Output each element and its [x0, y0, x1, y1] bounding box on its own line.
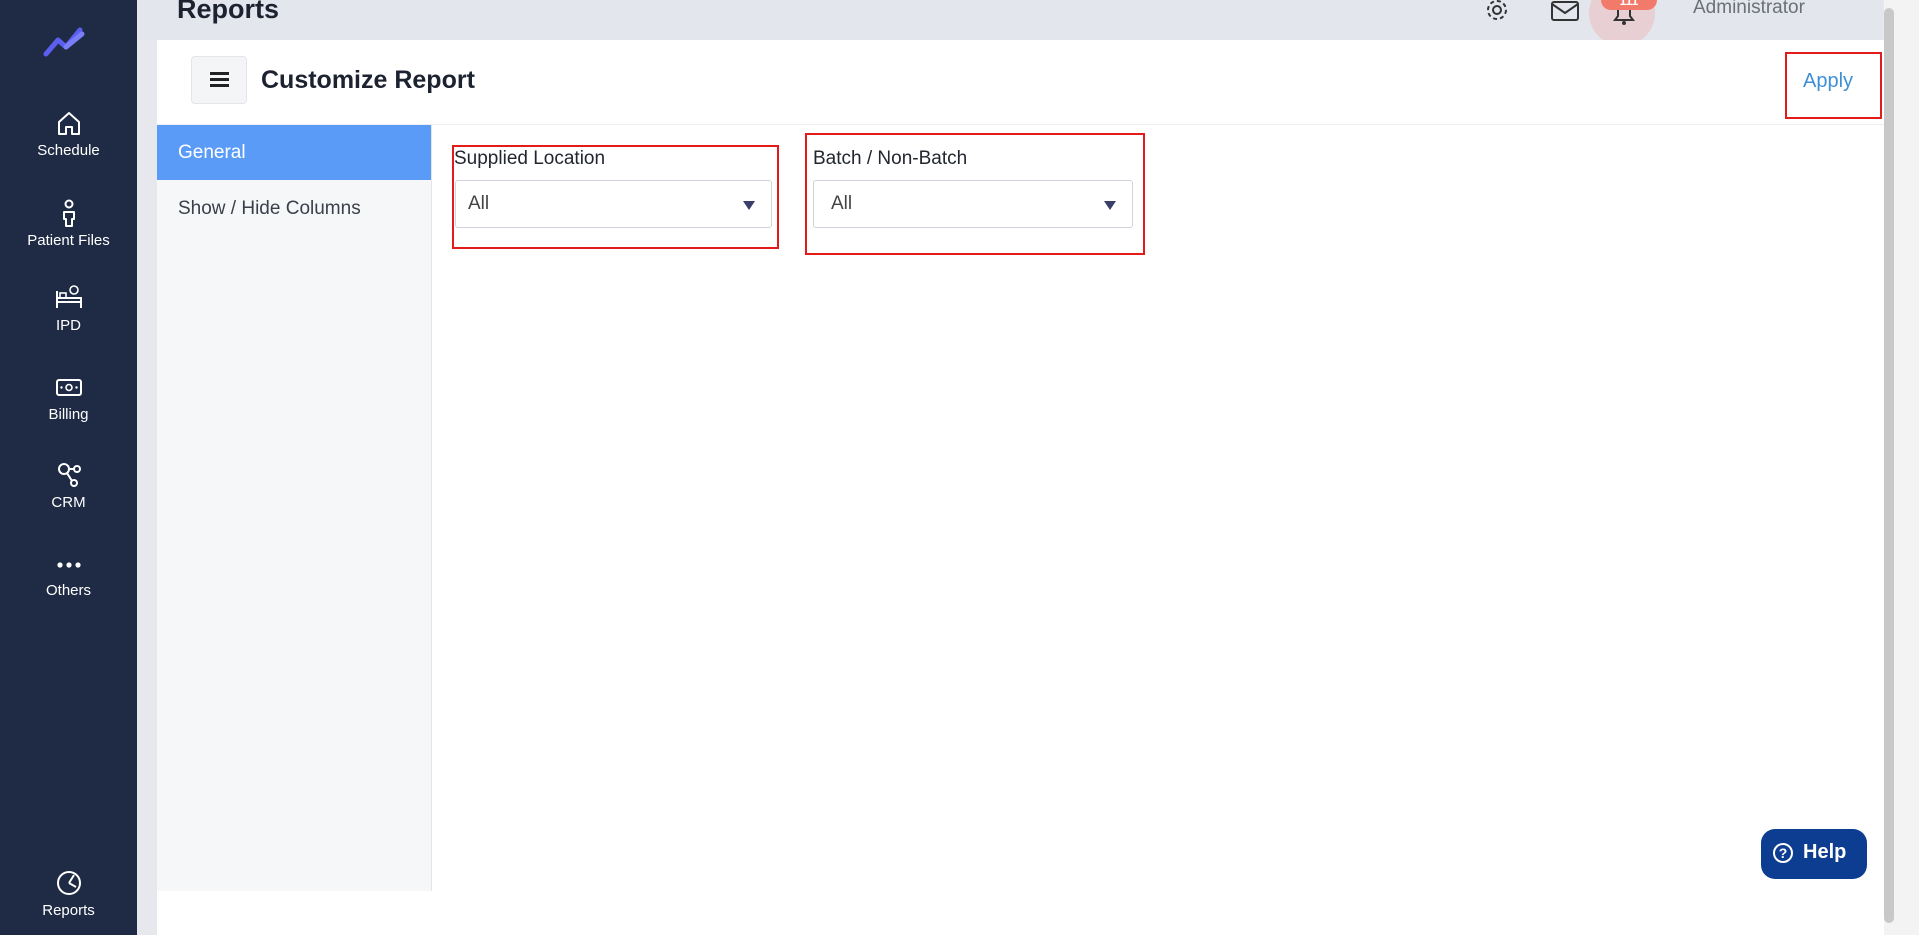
- bed-icon: [55, 285, 82, 308]
- tab-show-hide-columns[interactable]: Show / Hide Columns: [157, 181, 431, 236]
- supplied-location-label: Supplied Location: [454, 148, 606, 169]
- mail-icon[interactable]: [1550, 0, 1580, 28]
- caret-down-icon: [1104, 201, 1116, 210]
- home-icon: [57, 112, 80, 135]
- sidebar-item-reports[interactable]: Reports: [0, 868, 137, 919]
- tab-general[interactable]: General: [157, 125, 431, 180]
- help-label: Help: [1803, 841, 1847, 863]
- supplied-location-value: All: [468, 193, 490, 214]
- batch-non-batch-select[interactable]: All: [813, 180, 1133, 228]
- pie-chart-icon: [56, 871, 81, 895]
- menu-toggle-button[interactable]: [191, 56, 247, 104]
- apply-button[interactable]: Apply: [1803, 70, 1853, 93]
- batch-non-batch-label: Batch / Non-Batch: [813, 148, 968, 169]
- more-icon: [56, 562, 81, 568]
- app-logo[interactable]: [42, 20, 94, 60]
- customize-report-panel: Customize Report Apply General Show / Hi…: [157, 40, 1884, 935]
- sidebar-item-label: Others: [45, 582, 91, 599]
- sidebar: Schedule Patient Files IPD Billing CRM O…: [0, 0, 137, 935]
- page-title: Reports: [177, 0, 280, 24]
- question-icon: ?: [1773, 843, 1793, 863]
- sidebar-item-label: CRM: [51, 494, 86, 511]
- sidebar-item-label: Reports: [42, 902, 95, 919]
- settings-tab-list: General Show / Hide Columns: [157, 125, 432, 891]
- sidebar-item-others[interactable]: Others: [0, 548, 137, 599]
- sidebar-item-label: Billing: [48, 406, 89, 423]
- settings-gear-icon[interactable]: [1482, 0, 1512, 28]
- panel-title: Customize Report: [261, 66, 475, 94]
- batch-non-batch-value: All: [831, 193, 853, 214]
- top-header: Reports 111 Administrator: [137, 0, 1883, 46]
- sidebar-item-label: Patient Files: [27, 232, 110, 249]
- help-button[interactable]: ? Help: [1761, 829, 1867, 879]
- user-name[interactable]: Administrator: [1693, 0, 1805, 19]
- sidebar-item-patient-files[interactable]: Patient Files: [0, 198, 137, 249]
- supplied-location-select[interactable]: All: [455, 180, 772, 228]
- sidebar-item-ipd[interactable]: IPD: [0, 283, 137, 334]
- money-icon: [55, 379, 82, 396]
- network-icon: [57, 463, 81, 487]
- panel-header: Customize Report Apply: [157, 40, 1884, 125]
- sidebar-item-label: Schedule: [37, 142, 100, 159]
- sidebar-item-label: IPD: [55, 317, 81, 334]
- scrollbar-thumb[interactable]: [1884, 8, 1894, 923]
- sidebar-item-billing[interactable]: Billing: [0, 372, 137, 423]
- sidebar-item-schedule[interactable]: Schedule: [0, 108, 137, 159]
- person-icon: [62, 199, 75, 227]
- caret-down-icon: [743, 201, 755, 210]
- notification-badge: 111: [1601, 0, 1657, 10]
- sidebar-item-crm[interactable]: CRM: [0, 460, 137, 511]
